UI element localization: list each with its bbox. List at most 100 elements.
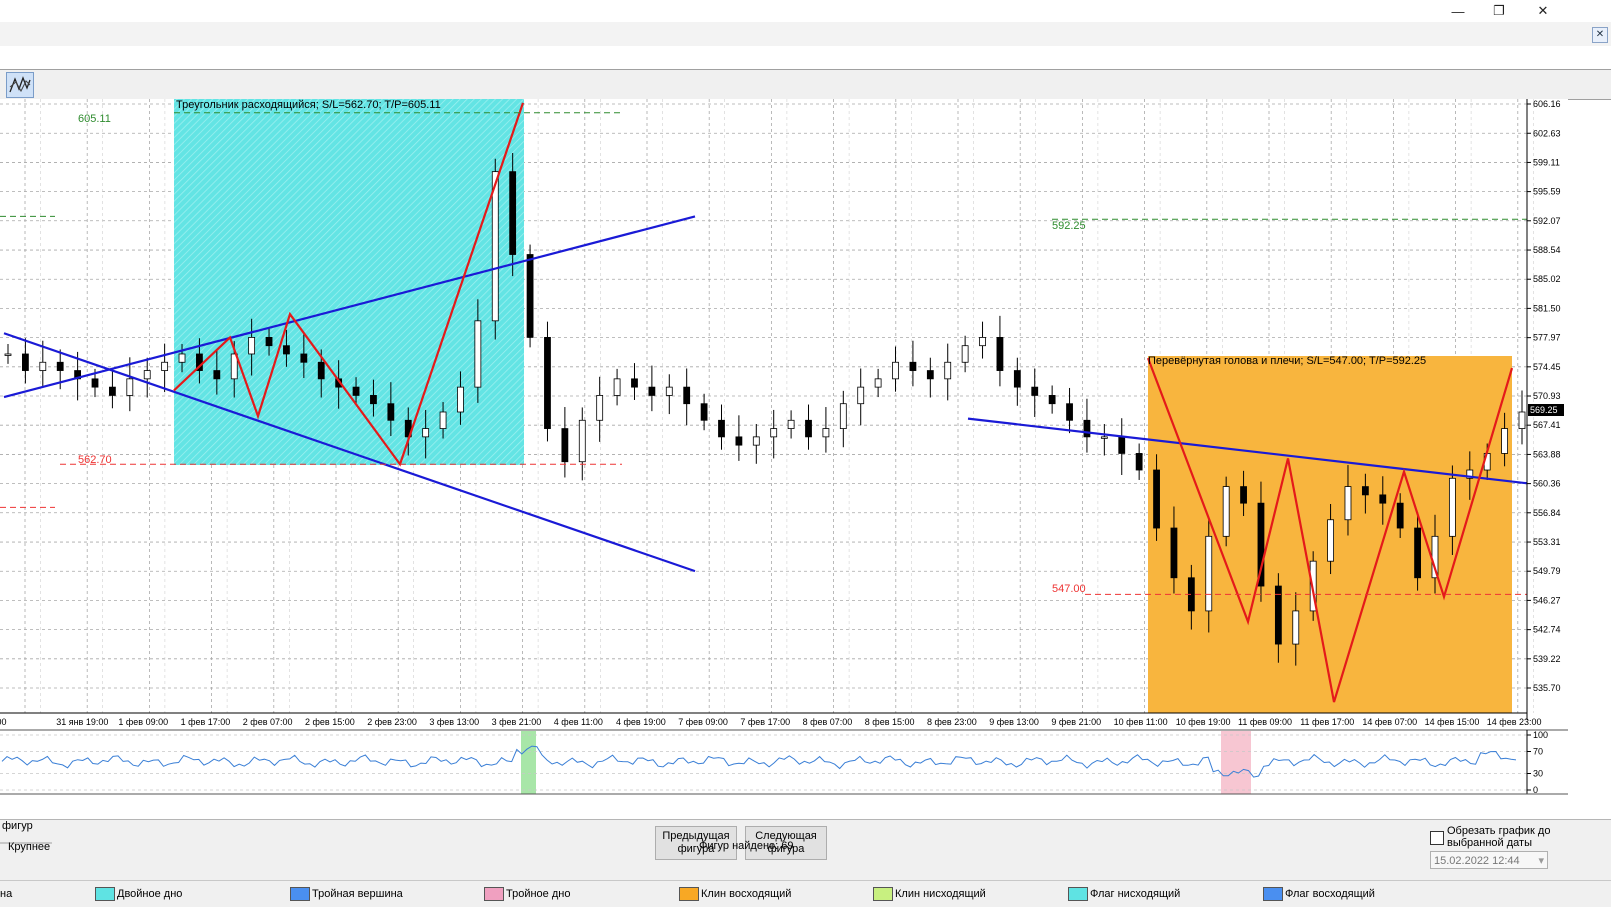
candle-bull (1448, 477, 1456, 537)
time-tick-label: 4 фев 19:00 (616, 717, 666, 727)
candle-bear (909, 361, 917, 371)
candle-bear (1361, 486, 1369, 496)
candle-bear (1414, 527, 1421, 579)
price-chart[interactable]: 606.16 602.63 599.11 595.59 592.07 588.54 585.… (0, 99, 1611, 819)
candle-bull (143, 370, 151, 380)
candle-bull (491, 171, 499, 322)
candle-bear (526, 254, 534, 338)
minimize-button[interactable]: — (1440, 0, 1476, 22)
candle-bull (665, 386, 673, 396)
candle-bear (561, 428, 569, 463)
pattern1-tp-label: 605.11 (78, 113, 111, 125)
menu-strip (0, 22, 1611, 46)
candle-bull (4, 353, 12, 356)
time-tick-label: 2 фев 07:00 (243, 717, 293, 727)
legend-label: Флаг нисходящий (1090, 888, 1181, 900)
legend-item: Флаг нисходящий (1068, 886, 1180, 902)
candle-bull (892, 361, 899, 380)
legend-item: Тройная вершина (290, 886, 403, 902)
candle-bear (718, 419, 725, 438)
candle-bear (1013, 370, 1021, 388)
crop-chart-checkbox[interactable] (1430, 831, 1444, 845)
pattern1-sl-label: 562.70 (78, 454, 112, 466)
pattern2-label: Перевёрнутая голова и плечи; S/L=547.00;… (1148, 355, 1427, 367)
candle-bear (683, 386, 691, 405)
candle-bull (839, 403, 847, 429)
legend-swatch (484, 887, 504, 901)
candle-bear (1118, 436, 1126, 454)
price-tick-label: 560.36 (1533, 479, 1561, 489)
pattern-legend: на Двойное дно Тройная вершина Тройное дно К… (0, 880, 1611, 907)
candle-bull (944, 361, 952, 380)
price-tick-label: 539.22 (1533, 654, 1561, 664)
price-tick-label: 581.50 (1533, 303, 1561, 313)
candle-bull (457, 386, 464, 413)
candle-bear (56, 361, 64, 371)
candle-bull (596, 395, 604, 421)
time-tick-label: 3 фев 21:00 (492, 717, 542, 727)
candle-bull (248, 337, 256, 355)
calendar-dropdown-icon[interactable]: ▾ (1538, 852, 1544, 870)
candle-bull (1501, 428, 1508, 454)
candle-bear (109, 386, 116, 396)
legend-label: на (0, 888, 13, 900)
chart-area[interactable]: 606.16 602.63 599.11 595.59 592.07 588.54 585.… (0, 99, 1611, 819)
date-picker[interactable]: 15.02.2022 12:44 ▾ (1430, 851, 1548, 869)
close-chart-icon[interactable]: ✕ (1592, 27, 1608, 43)
found-count: Фигур найдено: 69 (699, 840, 794, 852)
candle-bull (1100, 436, 1108, 439)
candle-bull (613, 378, 621, 396)
time-tick-label: 10 фев 19:00 (1176, 717, 1231, 727)
candle-bull (126, 378, 134, 396)
time-tick-label: 7 фев 17:00 (740, 717, 790, 727)
restore-button[interactable]: ❐ (1481, 0, 1517, 22)
price-tick-label: 595.59 (1533, 187, 1561, 197)
window-titlebar: — ❐ ✕ (0, 0, 1611, 22)
time-tick-label: 9 фев 13:00 (989, 717, 1039, 727)
control-panel: фигур Крупнее Предыдущая фигура Следующа… (0, 819, 1611, 881)
zigzag-lines-icon[interactable] (6, 72, 34, 98)
candle-bear (352, 386, 360, 396)
size-larger-label: Крупнее (8, 841, 51, 853)
candle-bull (857, 386, 865, 405)
current-price-badge: 569.25 (1528, 404, 1564, 416)
candle-bull (474, 320, 482, 388)
legend-label: Тройное дно (506, 888, 571, 900)
legend-item: Двойное дно (95, 886, 182, 902)
candle-bear (648, 386, 656, 396)
oscillator-highlight-pink (1221, 731, 1251, 794)
legend-label: Двойное дно (117, 888, 183, 900)
candle-bull (979, 337, 986, 347)
time-tick-label: 1 фев 17:00 (181, 717, 231, 727)
price-tick-label: 556.84 (1533, 508, 1561, 518)
candle-bear (1135, 453, 1143, 471)
candle-bear (1083, 419, 1091, 438)
legend-swatch (679, 887, 699, 901)
pattern2-tp-label: 592.25 (1052, 220, 1086, 232)
candle-bear (1170, 527, 1178, 579)
time-tick-label: 8 фев 15:00 (865, 717, 915, 727)
candle-bull (752, 436, 760, 446)
candle-bull (770, 428, 778, 438)
candle-bear (1153, 469, 1160, 529)
candle-bear (996, 337, 1004, 371)
candle-bull (961, 345, 969, 363)
price-tick-label: 606.16 (1533, 99, 1561, 109)
candle-bear (1066, 403, 1073, 421)
osc-tick-label: 70 (1533, 747, 1543, 757)
legend-item: Флаг восходящий (1263, 886, 1375, 902)
time-tick-label: 14 фев 15:00 (1425, 717, 1480, 727)
legend-label: Клин нисходящий (895, 888, 986, 900)
legend-label: Тройная вершина (312, 888, 403, 900)
time-tick-label: 9 фев 21:00 (1051, 717, 1101, 727)
candle-bear (1031, 386, 1039, 396)
close-button[interactable]: ✕ (1525, 0, 1561, 22)
candle-bear (700, 403, 708, 421)
candle-bull (1518, 411, 1526, 429)
candle-bull (422, 428, 430, 438)
time-tick-label: 31 янв 19:00 (56, 717, 108, 727)
candle-bull (439, 411, 447, 429)
time-tick-label: 2 фев 15:00 (305, 717, 355, 727)
candle-bear (213, 370, 221, 380)
price-tick-label: 535.70 (1533, 683, 1561, 693)
